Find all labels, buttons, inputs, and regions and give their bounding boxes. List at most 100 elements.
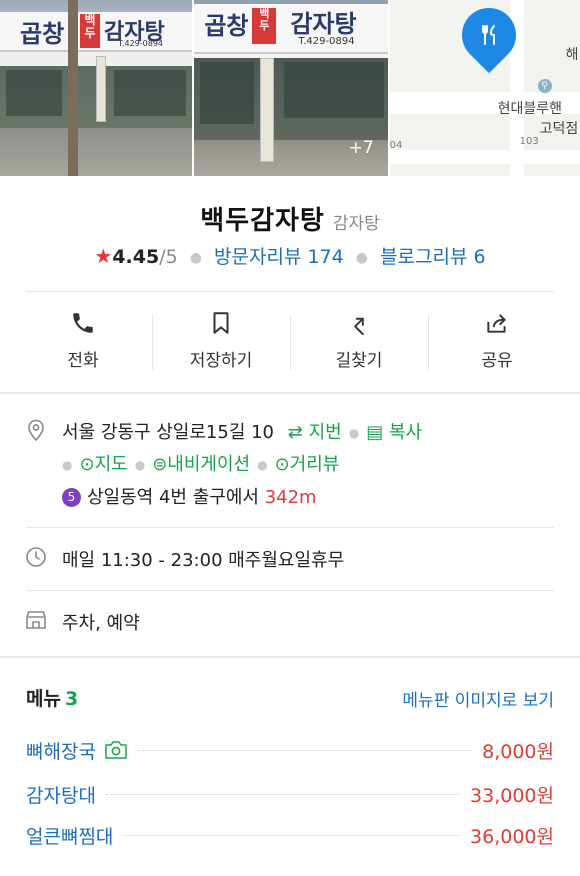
jibun-label: 지번 xyxy=(308,422,342,443)
blog-reviews-link[interactable]: 블로그리뷰 6 xyxy=(380,246,486,268)
star-icon: ★ xyxy=(94,244,113,268)
map-label-branch: 고덕점 xyxy=(539,121,579,137)
menu-item-name: 얼큰뼈찜대 xyxy=(26,825,114,848)
swap-icon: ⇄ xyxy=(287,422,303,443)
save-button[interactable]: 저장하기 xyxy=(152,308,290,374)
storefront-photo-1[interactable]: 곱창 백두 감자탕 T.429-0894 xyxy=(0,0,193,176)
map-label-building: 현대블루핸 xyxy=(497,101,563,117)
separator-dot: ● xyxy=(62,458,73,472)
share-button[interactable]: 공유 xyxy=(428,308,566,374)
subway-row: 5 상일동역 4번 출구에서 342m xyxy=(62,483,317,509)
sign-red-box: 백두 xyxy=(80,14,100,48)
map-road xyxy=(389,150,580,164)
map-label-edge: 해 xyxy=(565,47,579,63)
map-number: 103 xyxy=(519,136,539,147)
directions-button[interactable]: 길찾기 xyxy=(290,308,428,374)
menu-heading: 메뉴 3 xyxy=(26,684,78,711)
menu-item-price: 8,000원 xyxy=(482,740,554,763)
menu-item[interactable]: 감자탕대 33,000원 xyxy=(26,779,554,809)
rating-max: /5 xyxy=(159,246,178,268)
store-icon xyxy=(26,611,46,629)
directions-label: 길찾기 xyxy=(335,351,383,371)
sign-phone: T.429-0894 xyxy=(118,39,163,48)
storefront-photo-2[interactable]: 곱창 백두 감자탕 T.429-0894 +7 xyxy=(194,0,388,176)
menu-title: 메뉴 xyxy=(26,688,61,710)
map-thumbnail[interactable]: ⚲ 현대블루핸 고덕점 해 04 103 xyxy=(389,0,580,176)
phone-icon xyxy=(73,313,93,333)
facilities-text: 주차, 예약 xyxy=(62,613,140,634)
menu-item-price: 36,000원 xyxy=(470,825,554,848)
sign-text-left: 곱창 xyxy=(20,20,65,48)
section-gap xyxy=(0,656,580,658)
separator-dot: ● xyxy=(134,458,146,472)
menu-image-link[interactable]: 메뉴판 이미지로 보기 xyxy=(402,686,554,711)
sign-pole xyxy=(96,56,106,122)
copy-label: 복사 xyxy=(388,422,423,443)
subway-station: 상일동역 xyxy=(87,487,154,508)
streetview-link[interactable]: ⊙거리뷰 xyxy=(275,454,340,475)
call-button[interactable]: 전화 xyxy=(14,308,152,374)
car-icon: ⊜ xyxy=(152,454,168,475)
divider xyxy=(26,291,554,292)
subway-exit: 4번 출구에서 xyxy=(158,487,259,508)
divider xyxy=(26,527,554,528)
sign-red-box: 백두 xyxy=(252,8,277,44)
camera-icon xyxy=(105,741,127,759)
streetview-label: 거리뷰 xyxy=(289,454,340,475)
share-icon xyxy=(487,314,506,333)
map-pin-small-icon: ⊙ xyxy=(79,454,95,475)
copy-icon: ▤ xyxy=(366,422,384,443)
rating-score: 4.45 xyxy=(112,246,160,268)
save-label: 저장하기 xyxy=(189,351,253,371)
separator-dot: ● xyxy=(355,249,369,266)
more-photos-count: +7 xyxy=(348,138,374,158)
photo-strip: 곱창 백두 감자탕 T.429-0894 곱창 백두 감자탕 T.429-089… xyxy=(0,0,580,176)
directions-icon xyxy=(354,317,364,336)
sign-pole xyxy=(260,58,275,162)
menu-item-name: 감자탕대 xyxy=(26,784,96,807)
subway-distance: 342m xyxy=(264,487,317,508)
shop-window xyxy=(284,62,385,118)
place-title-row: 백두감자탕 감자탕 xyxy=(0,200,580,237)
map-links-row: ● ⊙지도 ● ⊜내비게이션 ● ⊙거리뷰 xyxy=(62,450,339,476)
map-link-label: 지도 xyxy=(94,454,128,475)
map-number: 04 xyxy=(389,140,403,151)
dotted-leader xyxy=(137,749,473,751)
menu-item[interactable]: 뼈해장국 8,000원 xyxy=(26,735,554,765)
subway-line-badge: 5 xyxy=(62,488,81,507)
restaurant-icon xyxy=(481,25,495,45)
menu-count: 3 xyxy=(64,688,79,710)
call-label: 전화 xyxy=(67,351,99,371)
copy-address-button[interactable]: ▤ 복사 xyxy=(366,422,422,443)
sign-phone: T.429-0894 xyxy=(298,36,355,47)
address-text: 서울 강동구 상일로15길 10 xyxy=(62,422,275,443)
rating-row: ★4.45/5 ● 방문자리뷰 174 ● 블로그리뷰 6 xyxy=(0,242,580,269)
tree-trunk xyxy=(68,0,78,176)
metro-icon: ⚲ xyxy=(537,79,552,93)
place-category: 감자탕 xyxy=(332,214,380,234)
separator-dot: ● xyxy=(348,426,360,440)
shop-window xyxy=(114,70,186,116)
map-link[interactable]: ⊙지도 xyxy=(79,454,127,475)
location-pin-icon xyxy=(28,419,44,442)
menu-item-name: 뼈해장국 xyxy=(26,740,96,763)
separator-dot: ● xyxy=(189,249,202,266)
jibun-toggle[interactable]: ⇄ 지번 xyxy=(288,422,342,443)
navigation-link[interactable]: ⊜내비게이션 xyxy=(152,454,250,475)
clock-icon xyxy=(26,547,46,567)
visitor-reviews-link[interactable]: 방문자리뷰 174 xyxy=(214,246,344,268)
address-row: 서울 강동구 상일로15길 10 ⇄ 지번 ● ▤ 복사 xyxy=(62,418,422,444)
place-name: 백두감자탕 xyxy=(200,206,325,236)
sign-text-right: 감자탕 xyxy=(290,10,357,38)
menu-item[interactable]: 얼큰뼈찜대 36,000원 xyxy=(26,820,554,850)
business-hours[interactable]: 매일 11:30 - 23:00 매주월요일휴무 xyxy=(62,546,344,572)
action-bar: 전화 저장하기 길찾기 공유 xyxy=(14,308,566,374)
streetview-icon: ⊙ xyxy=(274,454,290,475)
separator-dot: ● xyxy=(257,458,268,472)
shop-window xyxy=(200,62,255,124)
bookmark-icon xyxy=(213,312,229,334)
navigation-label: 내비게이션 xyxy=(167,454,251,475)
share-label: 공유 xyxy=(481,351,513,371)
dotted-leader xyxy=(105,793,461,795)
divider xyxy=(26,590,554,591)
